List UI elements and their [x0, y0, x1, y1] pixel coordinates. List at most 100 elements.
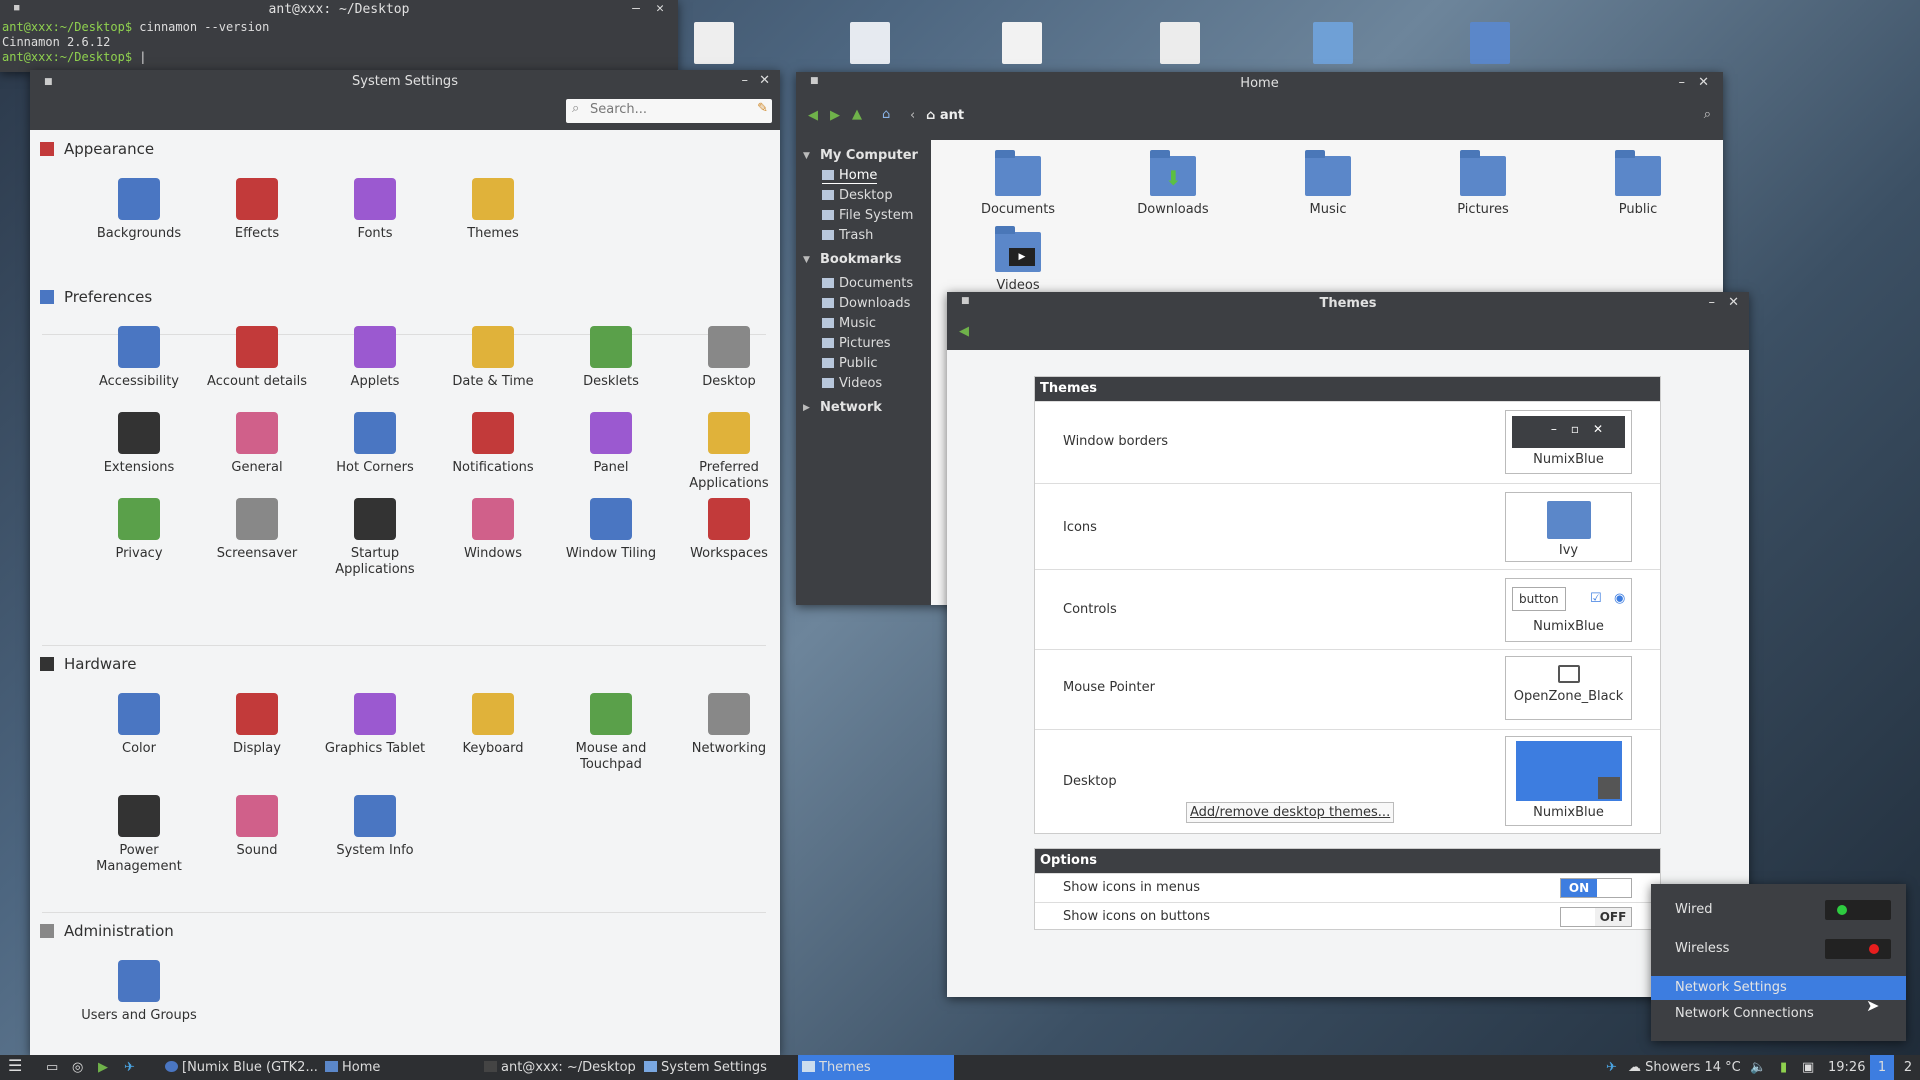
wired-switch[interactable]	[1825, 900, 1891, 920]
terminal-window[interactable]: ■ ant@xxx: ~/Desktop – ✕ ant@xxx:~/Deskt…	[0, 0, 678, 72]
telegram-launcher-icon[interactable]: ✈	[124, 1055, 135, 1080]
search-icon[interactable]: ⌕	[1704, 107, 1711, 122]
sidebar-item-trash[interactable]: Trash	[822, 228, 873, 243]
settings-item-effects[interactable]: Effects	[198, 178, 316, 242]
controls-chooser[interactable]: button ☑ ◉ NumixBlue	[1505, 578, 1632, 642]
settings-item-mouse-and-touchpad[interactable]: Mouse and Touchpad	[552, 693, 670, 773]
breadcrumb[interactable]: ⌂ ant	[926, 108, 964, 123]
play-launcher-icon[interactable]: ▶	[98, 1055, 108, 1080]
expander-icon[interactable]: ▶	[803, 403, 810, 413]
sidebar-item-videos[interactable]: Videos	[822, 376, 882, 391]
show-icons-buttons-switch[interactable]: OFF	[1560, 907, 1632, 927]
desktop-usb-icon[interactable]	[1160, 22, 1200, 64]
close-button[interactable]: ✕	[1698, 75, 1709, 90]
workspace-2[interactable]: 2	[1896, 1055, 1920, 1080]
minimize-button[interactable]: –	[1679, 75, 1686, 90]
settings-item-startup-applications[interactable]: Startup Applications	[316, 498, 434, 578]
sidebar-item-music[interactable]: Music	[822, 316, 876, 331]
network-icon[interactable]: ▣	[1802, 1055, 1814, 1080]
desktop-image-icon[interactable]	[1313, 22, 1353, 64]
settings-item-general[interactable]: General	[198, 412, 316, 476]
folder-videos[interactable]: ▶ Videos	[963, 226, 1073, 293]
back-arrow-icon[interactable]: ◀	[959, 324, 969, 339]
sidebar-item-pictures[interactable]: Pictures	[822, 336, 890, 351]
settings-item-window-tiling[interactable]: Window Tiling	[552, 498, 670, 562]
weather-applet[interactable]: ☁ Showers 14 °C	[1628, 1055, 1741, 1080]
settings-item-hot-corners[interactable]: Hot Corners	[316, 412, 434, 476]
settings-item-power-management[interactable]: Power Management	[80, 795, 198, 875]
folder-documents[interactable]: Documents	[963, 150, 1073, 217]
settings-item-fonts[interactable]: Fonts	[316, 178, 434, 242]
settings-item-panel[interactable]: Panel	[552, 412, 670, 476]
desktop-chooser[interactable]: NumixBlue	[1505, 736, 1632, 826]
folder-music[interactable]: Music	[1273, 150, 1383, 217]
sidebar-item-downloads[interactable]: Downloads	[822, 296, 910, 311]
forward-arrow-icon[interactable]: ▶	[830, 108, 840, 123]
sidebar-item-filesystem[interactable]: File System	[822, 208, 913, 223]
clear-icon[interactable]: ✎	[757, 101, 768, 116]
home-icon[interactable]: ⌂	[882, 107, 890, 122]
desktop-document-icon[interactable]	[694, 22, 734, 64]
back-arrow-icon[interactable]: ◀	[808, 108, 818, 123]
settings-item-preferred-applications[interactable]: Preferred Applications	[670, 412, 788, 492]
browser-launcher-icon[interactable]: ◎	[72, 1055, 83, 1080]
close-button[interactable]: ✕	[1728, 295, 1739, 310]
settings-item-desklets[interactable]: Desklets	[552, 326, 670, 390]
search-input[interactable]: ⌕ Search... ✎	[566, 99, 772, 123]
folder-pictures[interactable]: Pictures	[1428, 150, 1538, 217]
pointer-chooser[interactable]: OpenZone_Black	[1505, 656, 1632, 720]
settings-item-themes[interactable]: Themes	[434, 178, 552, 242]
sidebar-item-documents[interactable]: Documents	[822, 276, 913, 291]
sidebar-item-desktop[interactable]: Desktop	[822, 188, 893, 203]
expander-icon[interactable]: ▼	[803, 255, 810, 265]
expander-icon[interactable]: ▼	[803, 151, 810, 161]
themes-window[interactable]: ■ Themes – ✕ ◀ Themes Window borders –▫✕…	[947, 292, 1749, 997]
taskbar-item-terminal[interactable]: ant@xxx: ~/Desktop	[484, 1055, 636, 1080]
taskbar-item-home[interactable]: Home	[325, 1055, 380, 1080]
workspace-1[interactable]: 1	[1870, 1055, 1894, 1080]
settings-item-privacy[interactable]: Privacy	[80, 498, 198, 562]
settings-item-users-and-groups[interactable]: Users and Groups	[80, 960, 198, 1024]
desktop-music-icon[interactable]	[850, 22, 890, 64]
system-settings-window[interactable]: ■ System Settings – ✕ ⌕ Search... ✎ Appe…	[30, 70, 780, 1055]
icons-chooser[interactable]: Ivy	[1505, 492, 1632, 562]
settings-item-desktop[interactable]: Desktop	[670, 326, 788, 390]
taskbar-item-numix[interactable]: [Numix Blue (GTK2...	[165, 1055, 318, 1080]
settings-item-system-info[interactable]: System Info	[316, 795, 434, 859]
desktop-folder-icon[interactable]	[1470, 22, 1510, 64]
settings-item-screensaver[interactable]: Screensaver	[198, 498, 316, 562]
minimize-button[interactable]: –	[742, 73, 749, 88]
minimize-button[interactable]: –	[1709, 295, 1716, 310]
settings-item-accessibility[interactable]: Accessibility	[80, 326, 198, 390]
settings-item-display[interactable]: Display	[198, 693, 316, 757]
settings-item-windows[interactable]: Windows	[434, 498, 552, 562]
desktop-text-icon[interactable]	[1002, 22, 1042, 64]
settings-item-applets[interactable]: Applets	[316, 326, 434, 390]
volume-icon[interactable]: 🔈	[1750, 1055, 1766, 1080]
close-button[interactable]: ✕	[759, 73, 770, 88]
settings-item-sound[interactable]: Sound	[198, 795, 316, 859]
battery-icon[interactable]: ▮	[1780, 1055, 1787, 1080]
settings-item-notifications[interactable]: Notifications	[434, 412, 552, 476]
settings-item-networking[interactable]: Networking	[670, 693, 788, 757]
show-icons-menus-switch[interactable]: ON	[1560, 878, 1632, 898]
network-header[interactable]: Network	[820, 400, 882, 415]
clock[interactable]: 19:26	[1828, 1055, 1865, 1080]
folder-public[interactable]: Public	[1583, 150, 1693, 217]
wireless-switch[interactable]	[1825, 939, 1891, 959]
sidebar-item-home[interactable]: Home	[822, 168, 878, 184]
close-button[interactable]: ✕	[656, 1, 664, 16]
menu-icon[interactable]: ☰	[8, 1055, 22, 1080]
settings-item-graphics-tablet[interactable]: Graphics Tablet	[316, 693, 434, 757]
settings-item-keyboard[interactable]: Keyboard	[434, 693, 552, 757]
settings-item-date-time[interactable]: Date & Time	[434, 326, 552, 390]
settings-item-extensions[interactable]: Extensions	[80, 412, 198, 476]
bookmarks-header[interactable]: Bookmarks	[820, 252, 902, 267]
sidebar-item-public[interactable]: Public	[822, 356, 877, 371]
up-arrow-icon[interactable]: ▲	[852, 107, 862, 122]
folder-downloads[interactable]: ⬇ Downloads	[1118, 150, 1228, 217]
taskbar-item-themes[interactable]: Themes	[798, 1055, 954, 1080]
settings-item-color[interactable]: Color	[80, 693, 198, 757]
settings-item-backgrounds[interactable]: Backgrounds	[80, 178, 198, 242]
breadcrumb-left-icon[interactable]: ‹	[910, 108, 915, 123]
